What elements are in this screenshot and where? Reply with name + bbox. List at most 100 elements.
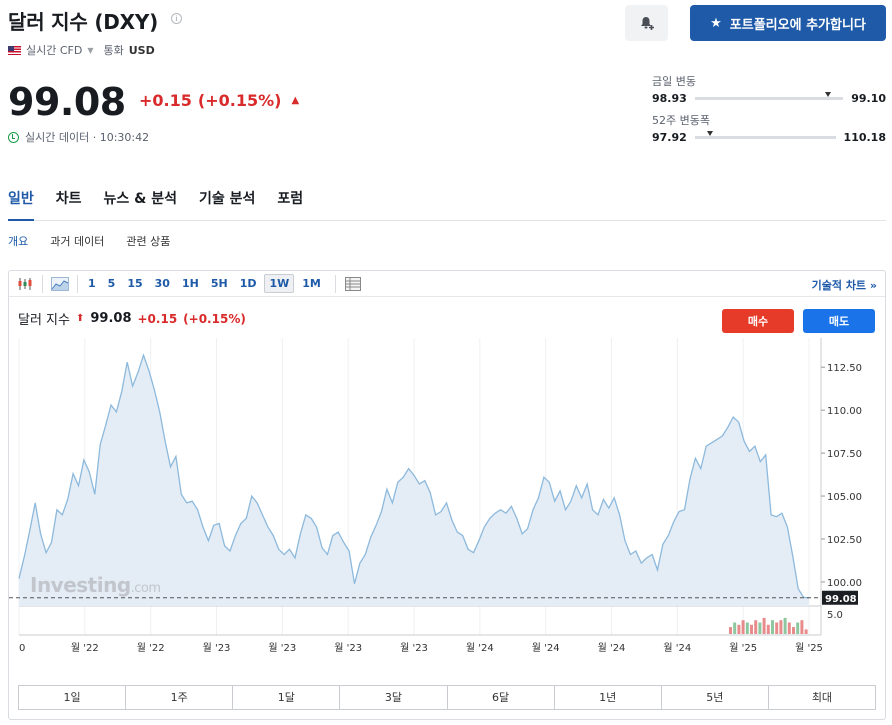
volume-bar	[754, 620, 758, 634]
table-view-icon[interactable]	[342, 275, 364, 293]
chart-change-percent: (+0.15%)	[183, 311, 246, 326]
week52-range: 52주 변동폭 97.92 110.18	[652, 112, 886, 144]
volume-axis-label: 5.0	[827, 610, 843, 621]
y-tick-label: 112.50	[827, 363, 862, 374]
up-arrow-icon: ▲	[291, 95, 300, 106]
chart-toolbar: 1 5 15 30 1H 5H 1D 1W 1M 기술적 차트 »	[9, 271, 885, 297]
x-tick-label: 월 '24	[532, 642, 560, 654]
period-1d[interactable]: 1일	[19, 686, 127, 709]
add-to-portfolio-button[interactable]: ★ 포트폴리오에 추가합니다	[690, 5, 886, 41]
chevron-down-icon[interactable]: ▼	[87, 46, 93, 55]
last-price-label: 99.08	[825, 594, 857, 605]
period-1y[interactable]: 1년	[555, 686, 662, 709]
x-tick-label: 월 '25	[729, 642, 757, 654]
page-title: 달러 지수 (DXY)	[8, 10, 159, 34]
x-tick-label: 0	[19, 643, 25, 654]
buy-button[interactable]: 매수	[722, 309, 794, 333]
day-range-marker	[825, 92, 832, 97]
period-max[interactable]: 최대	[769, 686, 875, 709]
x-tick-label: 월 '22	[71, 642, 99, 654]
period-5y[interactable]: 5년	[662, 686, 769, 709]
volume-bar	[787, 622, 791, 634]
volume-bar	[729, 627, 732, 634]
day-range: 금일 변동 98.93 99.10	[652, 73, 886, 105]
subtab-historical-data[interactable]: 과거 데이터	[50, 233, 104, 249]
period-1m[interactable]: 1달	[233, 686, 341, 709]
volume-bar	[741, 620, 745, 634]
watermark-suffix: .com	[130, 581, 161, 596]
x-tick-label: 월 '25	[795, 642, 823, 654]
week52-range-track	[694, 131, 836, 139]
change-value: +0.15	[139, 91, 192, 110]
timeframe-1w[interactable]: 1W	[264, 274, 295, 293]
chart-header: 달러 지수 ⬆ 99.08 +0.15 (+0.15%)	[18, 309, 246, 328]
currency-label: 통화	[103, 44, 124, 57]
x-tick-label: 월 '24	[663, 642, 691, 654]
volume-bar	[762, 617, 766, 634]
chart-instrument-name: 달러 지수	[18, 313, 70, 328]
x-tick-label: 월 '23	[334, 642, 362, 654]
x-tick-label: 월 '23	[400, 642, 428, 654]
bell-plus-icon	[640, 17, 654, 30]
period-6m[interactable]: 6달	[448, 686, 555, 709]
x-tick-label: 월 '24	[466, 642, 494, 654]
volume-bar	[796, 622, 800, 634]
tab-technical[interactable]: 기술 분석	[199, 188, 255, 221]
period-1w[interactable]: 1주	[126, 686, 234, 709]
tab-news-analysis[interactable]: 뉴스 & 분석	[104, 188, 177, 221]
y-tick-label: 100.00	[827, 578, 862, 589]
market-type[interactable]: 실시간 CFD	[26, 42, 82, 58]
timeframe-5h[interactable]: 5H	[207, 275, 232, 292]
x-tick-label: 월 '22	[137, 642, 165, 654]
star-icon: ★	[710, 15, 722, 31]
volume-bar	[750, 624, 753, 634]
us-flag-icon	[8, 45, 21, 55]
y-tick-label: 110.00	[827, 406, 862, 417]
week52-range-label: 52주 변동폭	[652, 114, 710, 127]
day-range-label: 금일 변동	[652, 75, 696, 88]
day-low: 98.93	[652, 92, 687, 105]
volume-bar	[766, 624, 770, 634]
timeframe-1d[interactable]: 1D	[236, 275, 261, 292]
subtab-related[interactable]: 관련 상품	[126, 233, 170, 249]
candlestick-icon[interactable]	[14, 275, 36, 293]
area-chart-icon[interactable]	[49, 275, 71, 293]
timeframe-1h[interactable]: 1H	[178, 275, 203, 292]
day-high: 99.10	[851, 92, 886, 105]
timeframe-5[interactable]: 5	[104, 275, 120, 292]
tab-general[interactable]: 일반	[8, 188, 34, 221]
volume-bar	[792, 627, 795, 634]
up-arrow-icon: ⬆	[75, 313, 85, 324]
realtime-status: 실시간 데이터 · 10:30:42	[8, 129, 149, 145]
y-tick-label: 105.00	[827, 492, 862, 503]
change-percent: (+0.15%)	[197, 91, 282, 110]
chart-price: 99.08	[90, 311, 132, 326]
info-icon[interactable]: i	[171, 13, 182, 24]
investing-watermark: Investing.com	[30, 573, 161, 597]
x-tick-label: 월 '23	[268, 642, 296, 654]
chart-change: +0.15	[137, 311, 178, 326]
y-tick-label: 102.50	[827, 535, 862, 546]
toolbar-divider	[77, 274, 78, 293]
timeframe-1[interactable]: 1	[84, 275, 100, 292]
price-chart[interactable]: 100.00102.50105.00107.50110.00112.505.0 …	[9, 338, 885, 658]
timeframe-30[interactable]: 30	[151, 275, 174, 292]
price-alert-button[interactable]	[625, 5, 668, 41]
tab-chart[interactable]: 차트	[56, 188, 82, 221]
volume-bar	[800, 620, 804, 634]
subtab-overview[interactable]: 개요	[8, 233, 28, 249]
tab-forum[interactable]: 포럼	[277, 188, 303, 221]
volume-bar	[737, 624, 741, 634]
volume-bar	[733, 622, 737, 634]
sub-tabs: 개요 과거 데이터 관련 상품	[8, 233, 170, 249]
y-tick-label: 107.50	[827, 449, 862, 460]
week52-range-marker	[707, 131, 714, 136]
volume-bar	[783, 617, 787, 634]
technical-chart-link[interactable]: 기술적 차트 »	[812, 277, 877, 293]
timeframe-15[interactable]: 15	[123, 275, 146, 292]
volume-bar	[771, 620, 774, 634]
timeframe-1m[interactable]: 1M	[298, 275, 325, 292]
volume-bar	[745, 622, 749, 634]
period-3m[interactable]: 3달	[340, 686, 448, 709]
sell-button[interactable]: 매도	[803, 309, 875, 333]
